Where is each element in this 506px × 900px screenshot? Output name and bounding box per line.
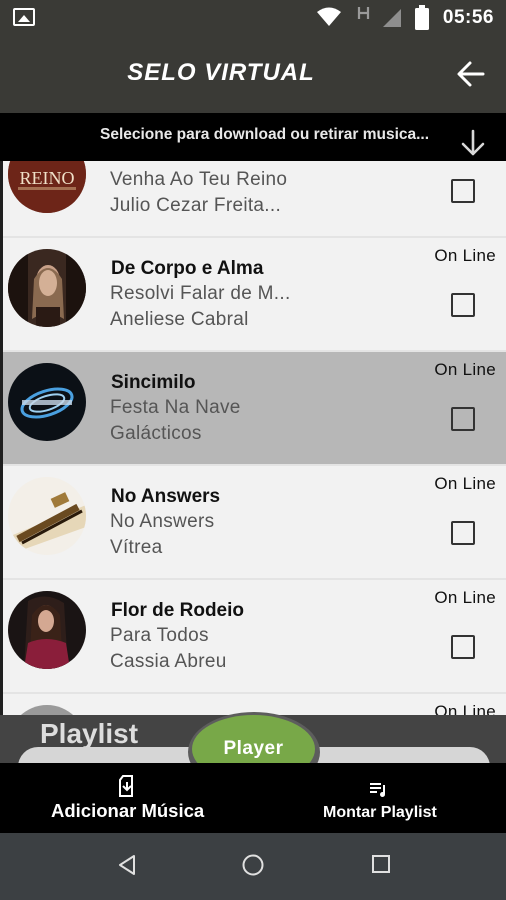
nav-add-music-label: Adicionar Música xyxy=(51,800,205,821)
battery-icon xyxy=(415,5,429,30)
online-status: On Line xyxy=(434,474,496,493)
song-title: De Corpo e Alma xyxy=(111,258,264,279)
song-checkbox[interactable] xyxy=(451,521,475,545)
album-cover xyxy=(8,591,86,669)
app-bar: SELO VIRTUAL xyxy=(0,35,506,113)
song-artist: Galácticos xyxy=(110,423,202,444)
song-artist: Vítrea xyxy=(110,537,163,558)
song-artist: Aneliese Cabral xyxy=(110,309,249,330)
wifi-icon xyxy=(317,7,341,26)
back-triangle-icon[interactable] xyxy=(116,853,138,877)
app-title: SELO VIRTUAL xyxy=(127,59,315,86)
song-artist: Julio Cezar Freita... xyxy=(110,195,282,216)
arrow-back-icon[interactable] xyxy=(456,59,486,89)
cover-text: REINO xyxy=(20,168,75,188)
album-cover xyxy=(8,249,86,327)
song-checkbox[interactable] xyxy=(451,293,475,317)
song-title: Sincimilo xyxy=(111,372,196,393)
image-notification-icon xyxy=(13,8,35,26)
add-music-icon xyxy=(119,775,133,797)
song-row-selected[interactable]: Sincimilo Festa Na Nave Galácticos On Li… xyxy=(3,352,506,464)
song-row[interactable]: Flor de Rodeio Para Todos Cassia Abreu O… xyxy=(3,580,506,692)
online-status: On Line xyxy=(434,702,496,715)
song-album: Festa Na Nave xyxy=(110,397,241,418)
status-bar: 05:56 xyxy=(0,0,506,35)
nav-build-playlist-label: Montar Playlist xyxy=(323,804,437,821)
album-cover xyxy=(8,363,86,441)
song-row[interactable]: De Corpo e Alma Resolvi Falar de M... An… xyxy=(3,238,506,350)
song-album: No Answers xyxy=(110,511,215,532)
online-status: On Line xyxy=(434,360,496,379)
song-artist: Cassia Abreu xyxy=(110,651,227,672)
song-checkbox[interactable] xyxy=(451,407,475,431)
playlist-title: Playlist xyxy=(40,718,139,749)
song-title: Flor de Rodeio xyxy=(111,600,244,621)
online-status: On Line xyxy=(434,588,496,607)
album-cover: REINO xyxy=(8,161,86,213)
online-status: On Line xyxy=(434,246,496,265)
recents-square-icon[interactable] xyxy=(370,853,392,875)
instruction-bar: Selecione para download ou retirar music… xyxy=(0,113,506,161)
cell-signal-icon xyxy=(383,9,401,27)
album-cover xyxy=(8,705,86,715)
status-time: 05:56 xyxy=(442,7,494,28)
nav-build-playlist[interactable]: Montar Playlist xyxy=(253,763,506,833)
h-signal-icon xyxy=(357,7,370,19)
song-list[interactable]: REINO Venha Ao Teu Reino Julio Cezar Fre… xyxy=(3,161,506,715)
song-album: Venha Ao Teu Reino xyxy=(110,169,288,190)
song-checkbox[interactable] xyxy=(451,635,475,659)
instruction-text: Selecione para download ou retirar music… xyxy=(100,126,430,143)
bottom-navigation: Adicionar Música Montar Playlist xyxy=(0,763,506,833)
song-album: Para Todos xyxy=(110,625,209,646)
playlist-icon xyxy=(370,783,385,797)
song-checkbox[interactable] xyxy=(451,179,475,203)
arrow-down-icon[interactable] xyxy=(460,129,486,157)
song-title: No Answers xyxy=(111,486,221,507)
song-album: Resolvi Falar de M... xyxy=(110,283,291,304)
home-circle-icon[interactable] xyxy=(241,853,265,877)
song-row[interactable]: REINO Venha Ao Teu Reino Julio Cezar Fre… xyxy=(3,161,506,236)
song-row[interactable]: No Answers No Answers Vítrea On Line xyxy=(3,466,506,578)
nav-add-music[interactable]: Adicionar Música xyxy=(0,763,253,833)
system-navigation xyxy=(0,833,506,900)
album-cover xyxy=(8,477,86,555)
